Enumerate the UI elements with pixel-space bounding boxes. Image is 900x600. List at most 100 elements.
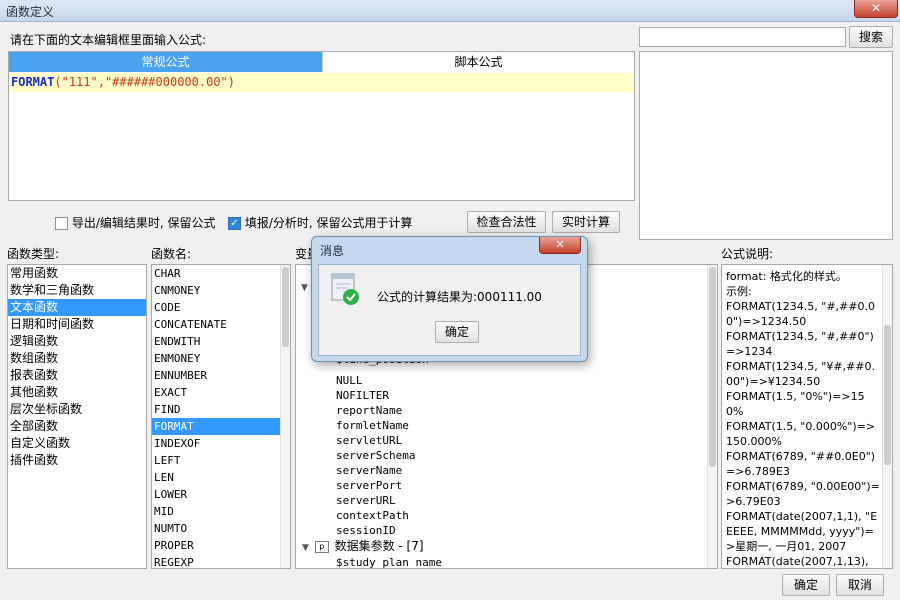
description-header: 公式说明: xyxy=(721,247,774,261)
category-list[interactable]: 常用函数 数学和三角函数 文本函数 日期和时间函数 逻辑函数 数组函数 报表函数… xyxy=(7,264,147,569)
description-pane[interactable]: format: 格式化的样式。 示例: FORMAT(1234.5, "#,##… xyxy=(721,264,893,569)
function-item[interactable]: EXACT xyxy=(152,384,290,401)
description-line: FORMAT(date(2007,1,1), "EEEEE, MMMMMdd, … xyxy=(726,510,878,553)
function-item[interactable]: LOWER xyxy=(152,486,290,503)
description-scrollbar[interactable] xyxy=(882,265,892,568)
variable-item[interactable]: serverName xyxy=(296,463,716,478)
category-item[interactable]: 插件函数 xyxy=(8,452,146,469)
function-item[interactable]: ENNUMBER xyxy=(152,367,290,384)
formula-tabs: 常规公式 脚本公式 xyxy=(9,52,634,72)
description-line: 示例: xyxy=(726,285,752,298)
function-item[interactable]: ENMONEY xyxy=(152,350,290,367)
variable-item[interactable]: $study_plan_name xyxy=(296,555,716,568)
window-title: 函数定义 xyxy=(6,5,55,19)
dataset-param-label: 数据集参数 - [7] xyxy=(334,539,424,553)
function-list[interactable]: CHAR CNMONEY CODE CONCATENATE ENDWITH EN… xyxy=(151,264,291,569)
variable-item[interactable]: serverPort xyxy=(296,478,716,493)
variable-item[interactable]: reportName xyxy=(296,403,716,418)
check-validity-button[interactable]: 检查合法性 xyxy=(467,211,546,233)
description-line: FORMAT(1234.5, "#,##0.00")=>1234.50 xyxy=(726,300,875,328)
keep-on-fill-label: 填报/分析时, 保留公式用于计算 xyxy=(244,216,413,230)
function-header: 函数名: xyxy=(151,247,192,261)
dialog-title: 消息 xyxy=(320,244,345,258)
category-item[interactable]: 层次坐标函数 xyxy=(8,401,146,418)
description-line: FORMAT(date(2007,1,13), "MM/dd/yyyy")=>0… xyxy=(726,555,869,568)
function-item[interactable]: LEN xyxy=(152,469,290,486)
formula-open-paren: ( xyxy=(54,75,62,89)
keep-on-fill-checkbox[interactable]: ✓ xyxy=(228,217,241,230)
category-item[interactable]: 全部函数 xyxy=(8,418,146,435)
description-line: FORMAT(1234.5, "#,##0")=>1234 xyxy=(726,330,874,358)
function-item[interactable]: CNMONEY xyxy=(152,282,290,299)
tab-normal-formula[interactable]: 常规公式 xyxy=(9,52,322,72)
formula-line[interactable]: FORMAT("111","######000000.00") xyxy=(9,73,634,92)
variable-item[interactable]: sessionID xyxy=(296,523,716,538)
category-item[interactable]: 其他函数 xyxy=(8,384,146,401)
function-item[interactable]: INDEXOF xyxy=(152,435,290,452)
description-line: FORMAT(6789, "0.00E00")=>6.79E03 xyxy=(726,480,880,508)
category-item[interactable]: 逻辑函数 xyxy=(8,333,146,350)
function-item[interactable]: ENDWITH xyxy=(152,333,290,350)
keep-on-export-checkbox[interactable] xyxy=(55,217,68,230)
keep-on-export-label: 导出/编辑结果时, 保留公式 xyxy=(71,216,216,230)
formula-arg-1: "111" xyxy=(61,75,98,89)
category-item[interactable]: 日期和时间函数 xyxy=(8,316,146,333)
function-item[interactable]: LEFT xyxy=(152,452,290,469)
tree-expand-icon[interactable]: ▼ xyxy=(301,283,308,293)
window-close-button[interactable]: ✕ xyxy=(854,0,898,18)
function-item-selected[interactable]: FORMAT xyxy=(152,418,290,435)
cancel-button[interactable]: 取消 xyxy=(836,574,884,596)
keep-on-export-option[interactable]: 导出/编辑结果时, 保留公式 xyxy=(55,214,216,231)
formula-function: FORMAT xyxy=(11,75,55,89)
tab-script-formula[interactable]: 脚本公式 xyxy=(322,52,634,72)
variable-item[interactable]: contextPath xyxy=(296,508,716,523)
formula-close-paren: ) xyxy=(227,75,236,89)
category-item[interactable]: 数学和三角函数 xyxy=(8,282,146,299)
title-bar: 函数定义 ✕ xyxy=(0,0,900,22)
description-line: FORMAT(1.5, "0.000%")=>150.000% xyxy=(726,420,876,448)
formula-editor[interactable]: 常规公式 脚本公式 FORMAT("111","######000000.00"… xyxy=(8,51,635,201)
category-item[interactable]: 自定义函数 xyxy=(8,435,146,452)
formula-arg-2: "######000000.00" xyxy=(104,75,228,89)
variable-item[interactable]: NULL xyxy=(296,373,716,388)
dataset-param-group[interactable]: ▼ p 数据集参数 - [7] xyxy=(296,538,716,555)
dialog-body: 公式的计算结果为:000111.00 确定 xyxy=(318,264,581,356)
dialog-ok-button[interactable]: 确定 xyxy=(435,321,479,343)
category-item[interactable]: 报表函数 xyxy=(8,367,146,384)
function-item[interactable]: MID xyxy=(152,503,290,520)
variable-item[interactable]: serverURL xyxy=(296,493,716,508)
editor-prompt: 请在下面的文本编辑框里面输入公式: xyxy=(10,33,207,47)
dialog-message: 公式的计算结果为:000111.00 xyxy=(377,290,542,304)
description-scroll-thumb[interactable] xyxy=(884,325,891,465)
description-line: FORMAT(1234.5, "¥#,##0.00")=>¥1234.50 xyxy=(726,360,875,388)
variable-item[interactable]: servletURL xyxy=(296,433,716,448)
function-list-scrollbar[interactable] xyxy=(280,265,290,568)
search-input[interactable] xyxy=(639,27,846,47)
function-item[interactable]: CONCATENATE xyxy=(152,316,290,333)
realtime-calc-button[interactable]: 实时计算 xyxy=(552,211,620,233)
search-results-pane[interactable] xyxy=(639,51,893,240)
function-item[interactable]: FIND xyxy=(152,401,290,418)
function-item[interactable]: REGEXP xyxy=(152,554,290,568)
function-item[interactable]: CHAR xyxy=(152,265,290,282)
ok-button[interactable]: 确定 xyxy=(782,574,830,596)
function-list-scroll-thumb[interactable] xyxy=(282,267,289,347)
search-button[interactable]: 搜索 xyxy=(849,26,893,48)
variable-item[interactable]: formletName xyxy=(296,418,716,433)
category-item-selected[interactable]: 文本函数 xyxy=(8,299,146,316)
dialog-close-button[interactable]: ✕ xyxy=(539,237,581,254)
variable-tree-scrollbar[interactable] xyxy=(707,265,717,568)
description-line: format: 格式化的样式。 xyxy=(726,270,847,283)
description-line: FORMAT(1.5, "0%")=>150% xyxy=(726,390,865,418)
function-item[interactable]: PROPER xyxy=(152,537,290,554)
category-item[interactable]: 常用函数 xyxy=(8,265,146,282)
tree-expand-icon[interactable]: ▼ xyxy=(302,543,309,553)
success-icon xyxy=(331,273,361,307)
keep-on-fill-option[interactable]: ✓ 填报/分析时, 保留公式用于计算 xyxy=(228,214,413,231)
variable-item[interactable]: serverSchema xyxy=(296,448,716,463)
function-item[interactable]: CODE xyxy=(152,299,290,316)
variable-item[interactable]: NOFILTER xyxy=(296,388,716,403)
category-item[interactable]: 数组函数 xyxy=(8,350,146,367)
variable-tree-scroll-thumb[interactable] xyxy=(709,267,716,467)
function-item[interactable]: NUMTO xyxy=(152,520,290,537)
